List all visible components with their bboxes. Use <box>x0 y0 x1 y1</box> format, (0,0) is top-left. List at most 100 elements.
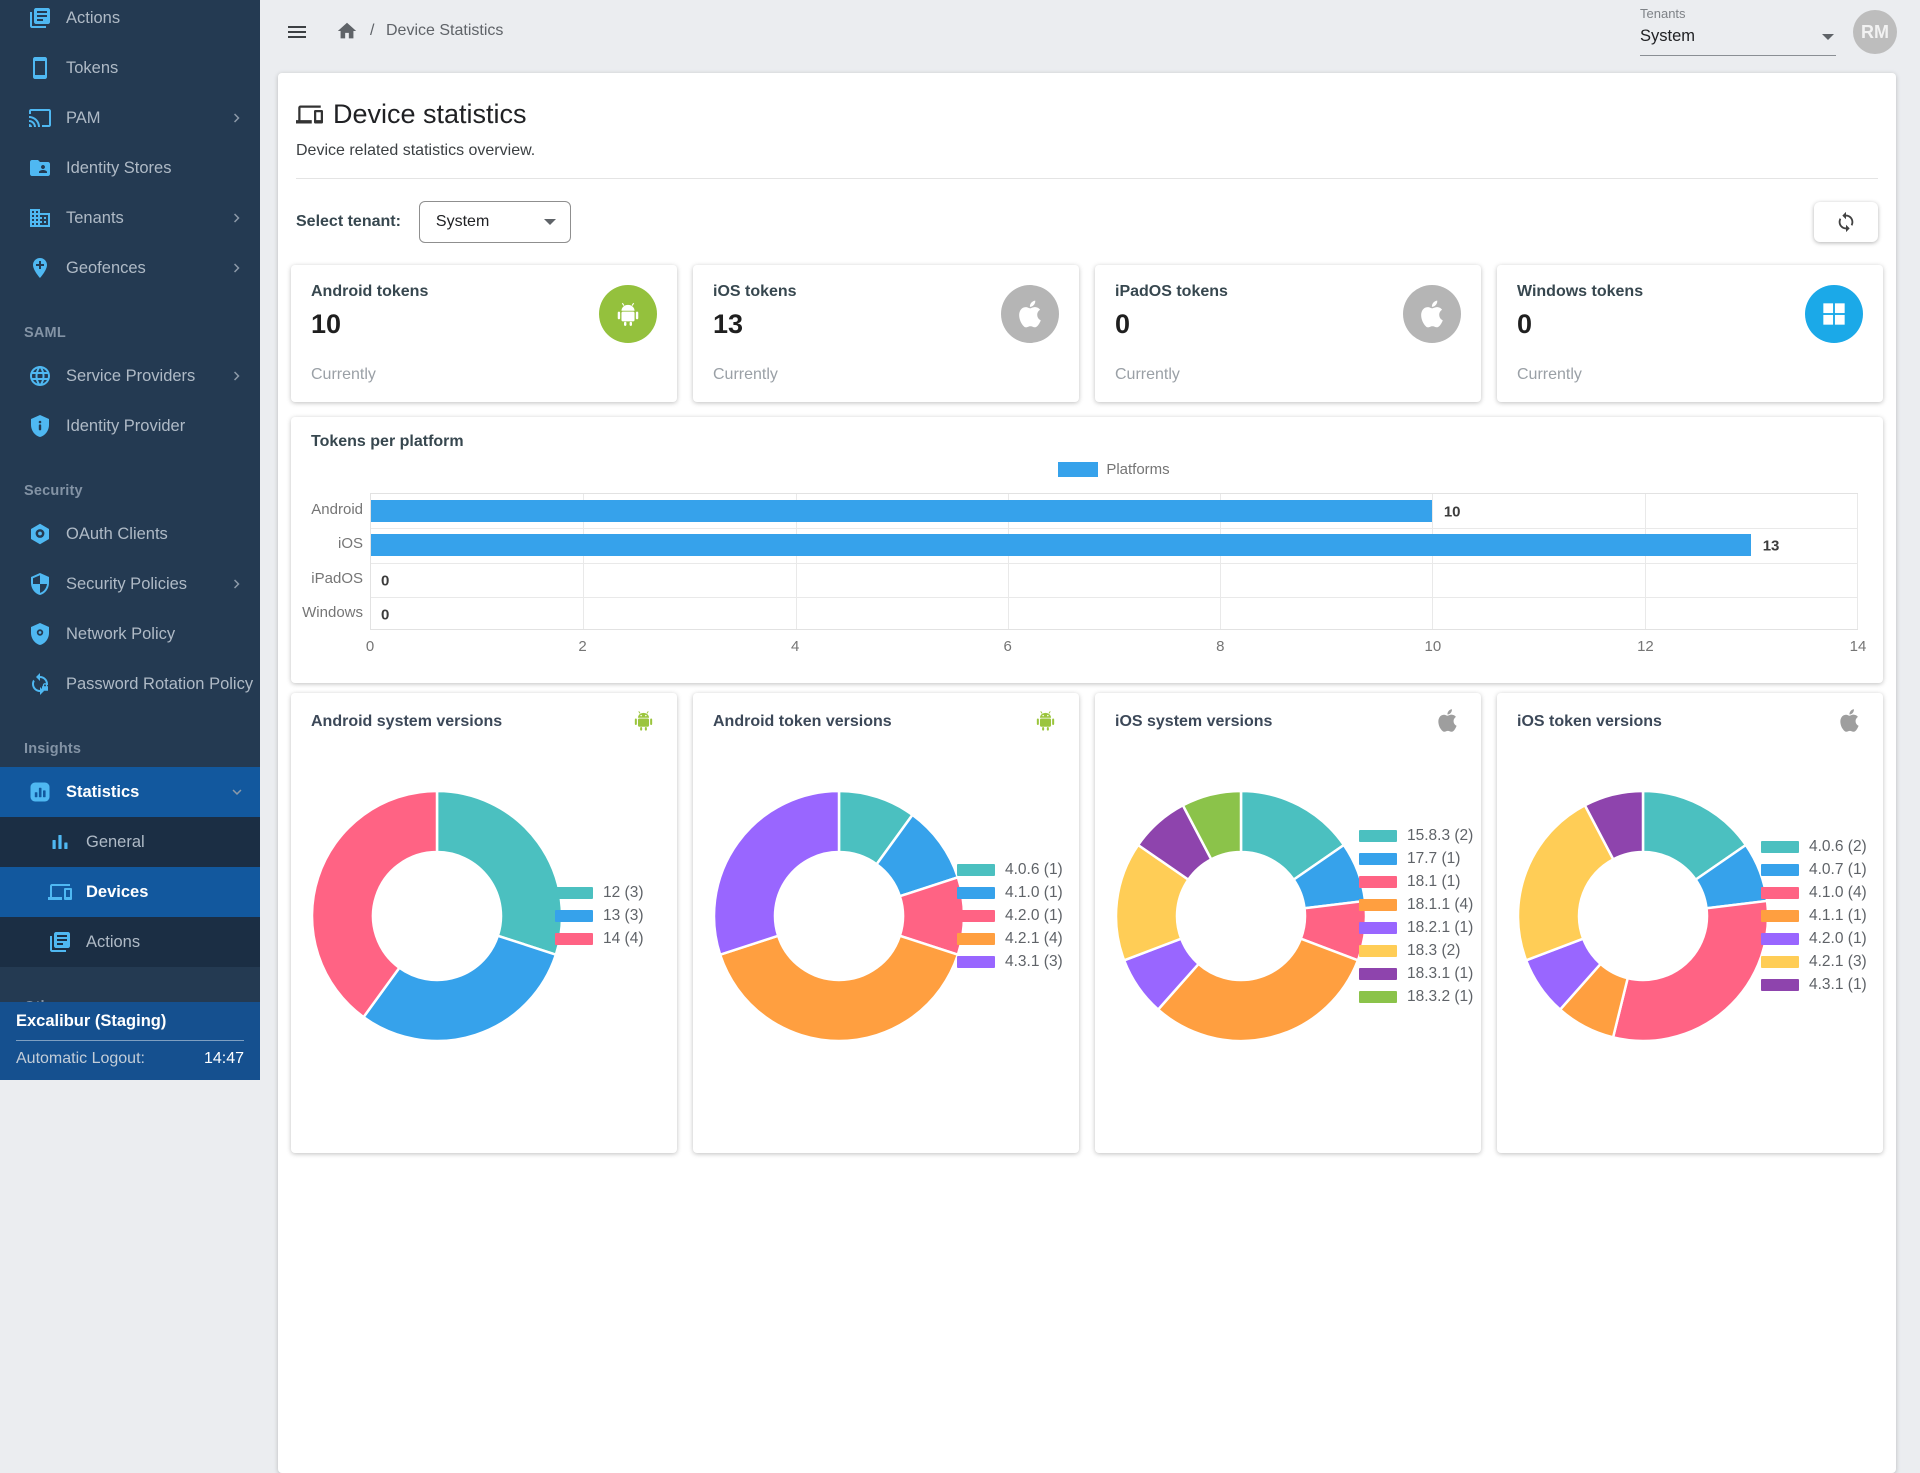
legend-item-14-4-[interactable]: 14 (4) <box>555 928 644 951</box>
legend-item-4-2-0-1-[interactable]: 4.2.0 (1) <box>957 905 1063 928</box>
legend-label: 18.1 (1) <box>1407 873 1460 891</box>
legend-item-4-2-1-4-[interactable]: 4.2.1 (4) <box>957 928 1063 951</box>
sidebar-item-service-providers[interactable]: Service Providers <box>0 351 260 401</box>
chart-legend: 4.0.6 (2)4.0.7 (1)4.1.0 (4)4.1.1 (1) 4.2.… <box>1761 693 1867 1139</box>
refresh-button[interactable] <box>1814 202 1878 242</box>
service-providers-icon <box>28 364 52 388</box>
sidebar-item-network-policy[interactable]: Network Policy <box>0 609 260 659</box>
legend-item-4-2-1-3-[interactable]: 4.2.1 (3) <box>1761 951 1867 974</box>
avatar[interactable]: RM <box>1853 10 1897 54</box>
bar-value-label: 0 <box>381 572 389 589</box>
section-header-security: Security <box>0 451 260 509</box>
legend-label: 12 (3) <box>603 884 644 902</box>
sidebar-item-password-rotation-policy[interactable]: Password Rotation Policy <box>0 659 260 709</box>
legend-label: 18.3 (2) <box>1407 942 1460 960</box>
tenants-icon <box>28 206 52 230</box>
legend-item-18-3-2-[interactable]: 18.3 (2) <box>1359 939 1473 962</box>
chart-title: Android system versions <box>311 713 502 731</box>
sidebar-item-identity-stores[interactable]: Identity Stores <box>0 143 260 193</box>
legend-item-4-0-6-2-[interactable]: 4.0.6 (2) <box>1761 836 1867 859</box>
version-charts-row: Android system versions 12 (3) 13 (3)14 (4… <box>291 693 1883 1153</box>
legend-label: 18.2.1 (1) <box>1407 919 1473 937</box>
legend-label: 17.7 (1) <box>1407 850 1460 868</box>
home-icon[interactable] <box>336 20 358 42</box>
donut-slice-4-3-1-3-[interactable] <box>714 791 839 955</box>
sidebar-item-label: Actions <box>66 9 120 28</box>
tokens-per-platform-card: Tokens per platformPlatforms101300024681… <box>291 417 1883 683</box>
legend-swatch <box>1761 887 1799 899</box>
legend-item-15-8-3-2-[interactable]: 15.8.3 (2) <box>1359 824 1473 847</box>
donut-slice-13-3-[interactable] <box>364 936 556 1041</box>
donut-slice-4-2-1-4-[interactable] <box>720 936 958 1041</box>
donut-chart <box>1516 789 1770 1043</box>
legend-item-18-3-1-1-[interactable]: 18.3.1 (1) <box>1359 962 1473 985</box>
sidebar-item-tenants[interactable]: Tenants <box>0 193 260 243</box>
auto-logout-time: 14:47 <box>204 1050 244 1068</box>
sidebar-item-statistics[interactable]: Statistics <box>0 767 260 817</box>
tenant-select[interactable]: Tenants System <box>1640 6 1836 56</box>
bar-value-label: 13 <box>1763 538 1780 555</box>
gridline <box>1857 494 1858 629</box>
legend-swatch <box>957 864 995 876</box>
sidebar-item-actions[interactable]: Actions <box>0 917 260 967</box>
legend-swatch <box>957 887 995 899</box>
legend-item-18-1-1-[interactable]: 18.1 (1) <box>1359 870 1473 893</box>
sidebar-item-actions[interactable]: Actions <box>0 0 260 43</box>
legend-swatch <box>1359 922 1397 934</box>
legend-label: 4.2.0 (1) <box>1809 930 1867 948</box>
sidebar-item-label: Devices <box>86 883 148 902</box>
caret-down-icon <box>1822 34 1834 40</box>
chart-legend: 15.8.3 (2) 17.7 (1) 18.1 (1) 18.1.1 (4) 18.2… <box>1359 693 1473 1139</box>
legend-item-4-0-7-1-[interactable]: 4.0.7 (1) <box>1761 859 1867 882</box>
stat-card-ios-tokens: iOS tokens13Currently <box>693 265 1079 402</box>
menu-icon[interactable] <box>285 20 309 44</box>
legend-label: 15.8.3 (2) <box>1407 827 1473 845</box>
legend-item-4-3-1-3-[interactable]: 4.3.1 (3) <box>957 951 1063 974</box>
legend-item-18-1-1-4-[interactable]: 18.1.1 (4) <box>1359 893 1473 916</box>
bar-ios[interactable] <box>371 534 1751 556</box>
legend-item-13-3-[interactable]: 13 (3) <box>555 905 644 928</box>
donut-slice-12-3-[interactable] <box>437 791 562 955</box>
legend-item-18-2-1-1-[interactable]: 18.2.1 (1) <box>1359 916 1473 939</box>
legend-item-18-3-2-1-[interactable]: 18.3.2 (1) <box>1359 985 1473 1008</box>
legend-item-4-1-0-4-[interactable]: 4.1.0 (4) <box>1761 882 1867 905</box>
statistics-icon <box>28 780 52 804</box>
sidebar-item-label: Identity Provider <box>66 417 185 436</box>
tenant-dropdown[interactable]: System <box>419 201 571 243</box>
sidebar-item-general[interactable]: General <box>0 817 260 867</box>
chevron-right-icon <box>228 109 246 127</box>
security-policies-icon <box>28 572 52 596</box>
chevron-right-icon <box>228 367 246 385</box>
donut-slice-4-1-0-4-[interactable] <box>1613 901 1768 1041</box>
sidebar-item-geofences[interactable]: Geofences <box>0 243 260 293</box>
sidebar-item-pam[interactable]: PAM <box>0 93 260 143</box>
breadcrumb[interactable]: Device Statistics <box>386 22 503 40</box>
sidebar-item-identity-provider[interactable]: Identity Provider <box>0 401 260 451</box>
windows-icon <box>1805 285 1863 343</box>
legend-item-4-1-1-1-[interactable]: 4.1.1 (1) <box>1761 905 1867 928</box>
chart-legend[interactable]: Platforms <box>370 461 1858 478</box>
y-category-label: Windows <box>293 596 363 630</box>
password-rotation-icon <box>28 672 52 696</box>
legend-swatch <box>1761 979 1799 991</box>
sidebar-item-oauth-clients[interactable]: OAuth Clients <box>0 509 260 559</box>
legend-swatch <box>1359 853 1397 865</box>
x-tick-label: 0 <box>366 638 374 655</box>
sidebar-item-label: Service Providers <box>66 367 195 386</box>
bar-android[interactable] <box>371 500 1432 522</box>
legend-label: 4.2.1 (3) <box>1809 953 1867 971</box>
legend-item-4-2-0-1-[interactable]: 4.2.0 (1) <box>1761 928 1867 951</box>
legend-item-4-0-6-1-[interactable]: 4.0.6 (1) <box>957 859 1063 882</box>
sidebar-item-tokens[interactable]: Tokens <box>0 43 260 93</box>
sidebar-item-security-policies[interactable]: Security Policies <box>0 559 260 609</box>
legend-item-4-1-0-1-[interactable]: 4.1.0 (1) <box>957 882 1063 905</box>
legend-item-17-7-1-[interactable]: 17.7 (1) <box>1359 847 1473 870</box>
chevron-down-icon <box>228 783 246 801</box>
legend-item-4-3-1-1-[interactable]: 4.3.1 (1) <box>1761 974 1867 997</box>
legend-swatch <box>1359 991 1397 1003</box>
actions-icon <box>48 930 72 954</box>
sidebar-item-devices[interactable]: Devices <box>0 867 260 917</box>
legend-item-12-3-[interactable]: 12 (3) <box>555 882 644 905</box>
x-tick-label: 8 <box>1216 638 1224 655</box>
legend-swatch <box>1359 968 1397 980</box>
